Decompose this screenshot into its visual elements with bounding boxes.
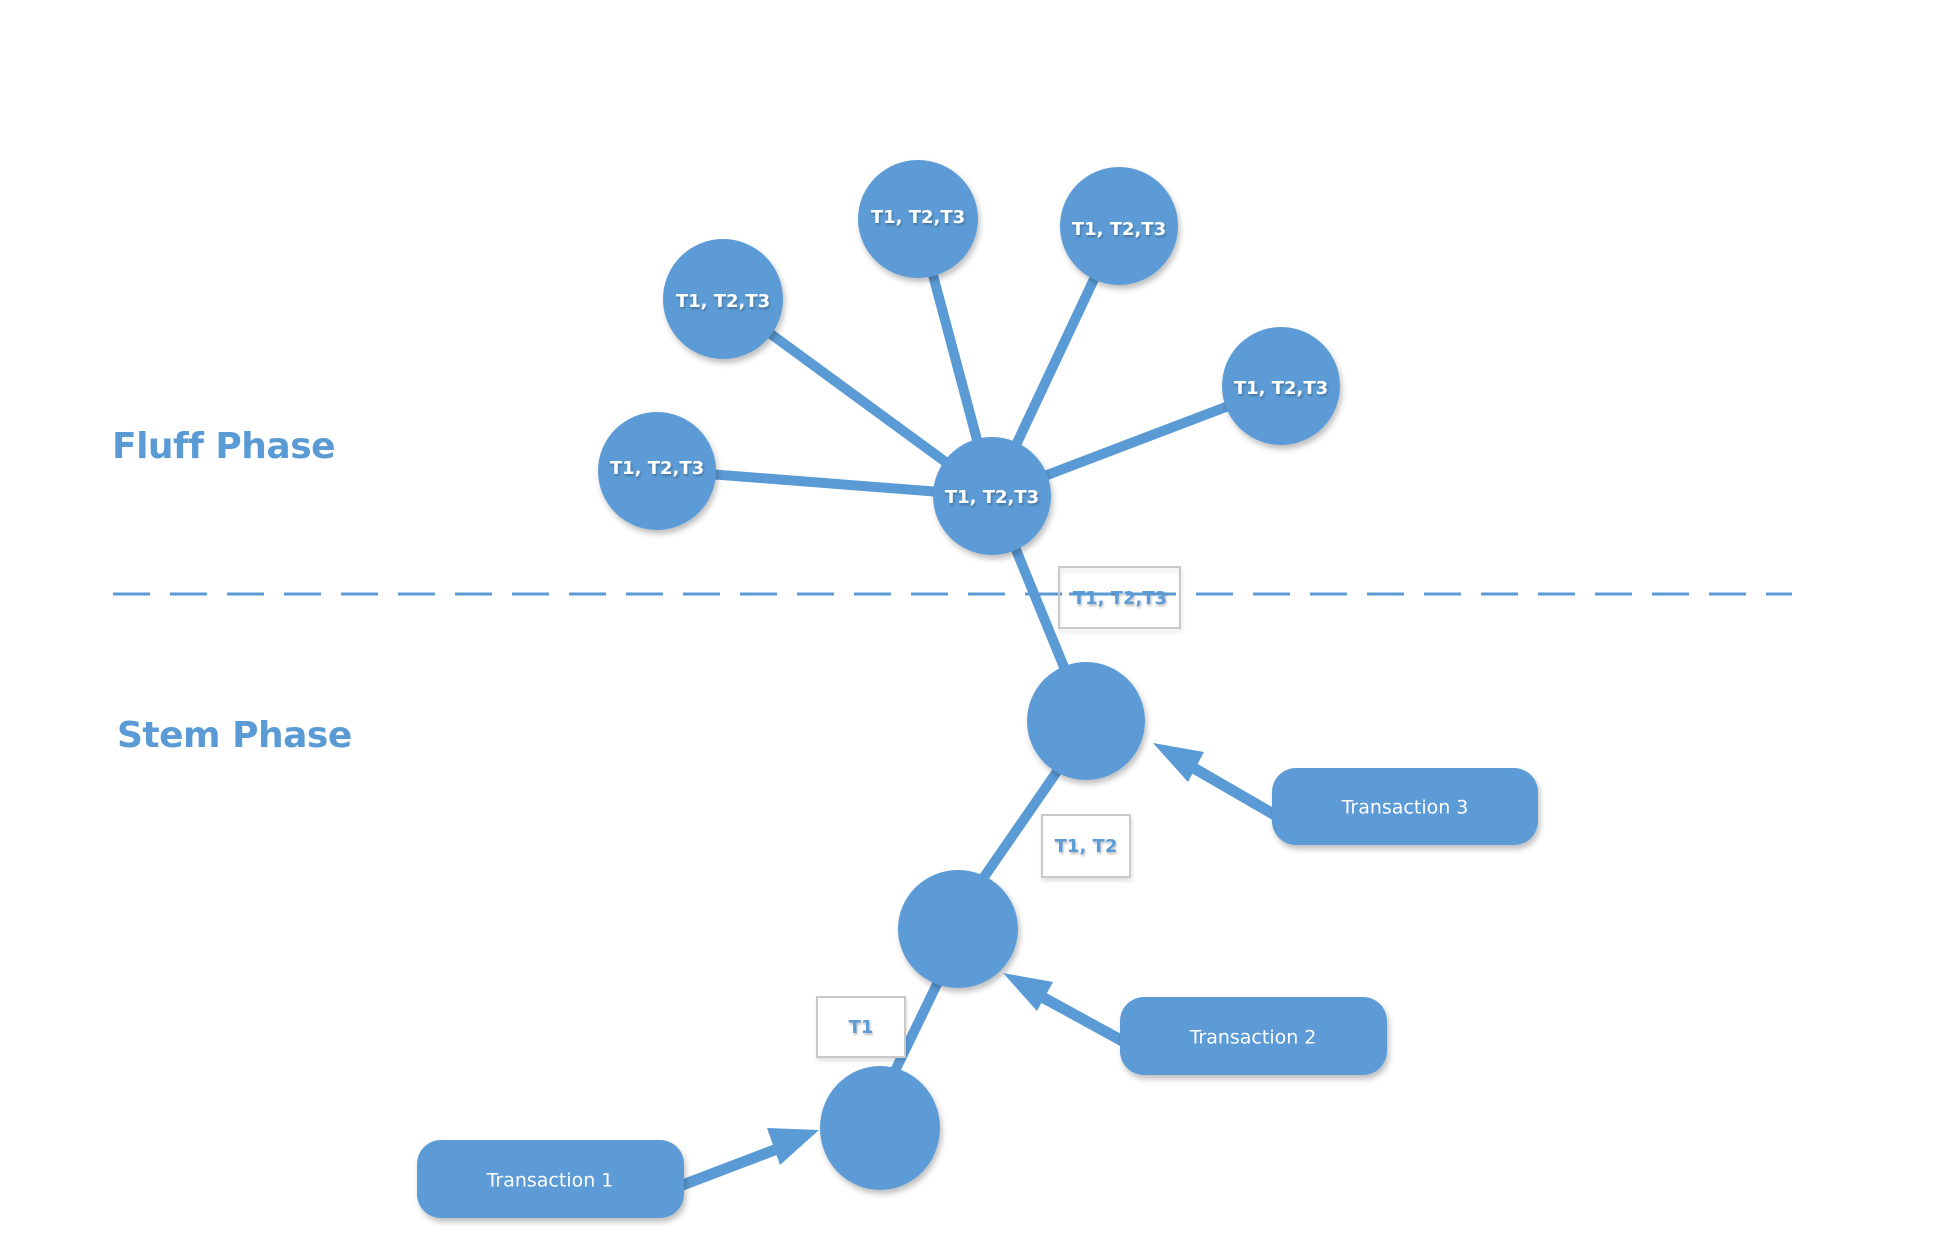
node-circle (820, 1066, 940, 1190)
transaction-2-box[interactable]: Transaction 2 (1120, 997, 1387, 1075)
arrow-tx-1 (678, 1128, 819, 1192)
fluff-phase-label: Fluff Phase (112, 426, 335, 467)
tag-label: T1, T2 (1055, 836, 1118, 857)
transaction-label: Transaction 1 (486, 1170, 614, 1192)
stem-phase-label: Stem Phase (117, 715, 352, 756)
node-circle (898, 870, 1018, 988)
node-label: T1, T2,T3 (1072, 219, 1166, 240)
arrowhead-icon (1153, 743, 1204, 782)
transaction-label: Transaction 3 (1341, 797, 1469, 819)
arrow-shaft (1030, 987, 1131, 1049)
arrowhead-icon (1003, 973, 1053, 1011)
edge-tag-t1-t2-t3: T1, T2,T3 (1058, 566, 1181, 629)
edge-tag-t1: T1 (816, 996, 906, 1058)
dandelion-diagram: Fluff Phase Stem Phase T1, T2,T3 T1, T2,… (112, 160, 1792, 1218)
node-label: T1, T2,T3 (676, 291, 770, 312)
fluff-node-top[interactable]: T1, T2,T3 (858, 160, 978, 278)
fluff-node-top-right[interactable]: T1, T2,T3 (1060, 167, 1178, 285)
node-label: T1, T2,T3 (610, 458, 704, 479)
fluff-node-left[interactable]: T1, T2,T3 (598, 412, 716, 530)
node-label: T1, T2,T3 (871, 207, 965, 228)
transaction-3-box[interactable]: Transaction 3 (1272, 768, 1538, 845)
tag-label: T1 (849, 1017, 874, 1038)
fluff-node-upper-left[interactable]: T1, T2,T3 (663, 239, 783, 359)
arrow-shaft (1182, 758, 1283, 823)
transaction-label: Transaction 2 (1189, 1027, 1317, 1049)
transaction-1-box[interactable]: Transaction 1 (417, 1140, 684, 1218)
fluff-node-right[interactable]: T1, T2,T3 (1222, 327, 1340, 445)
arrow-tx-2 (1003, 973, 1131, 1049)
node-label: T1, T2,T3 (1234, 378, 1328, 399)
fluff-hub-node[interactable]: T1, T2,T3 (933, 437, 1051, 555)
stem-node-2[interactable] (898, 870, 1018, 988)
node-circle (1027, 662, 1145, 780)
arrowhead-icon (767, 1128, 819, 1165)
stem-node-3[interactable] (1027, 662, 1145, 780)
edge-hub-to-stem-3 (1007, 538, 1071, 674)
arrow-shaft (678, 1140, 787, 1192)
arrow-tx-3 (1153, 743, 1283, 823)
tag-label: T1, T2,T3 (1073, 588, 1167, 609)
stem-node-1[interactable] (820, 1066, 940, 1190)
edge-tag-t1-t2: T1, T2 (1041, 814, 1131, 878)
node-label: T1, T2,T3 (945, 487, 1039, 508)
